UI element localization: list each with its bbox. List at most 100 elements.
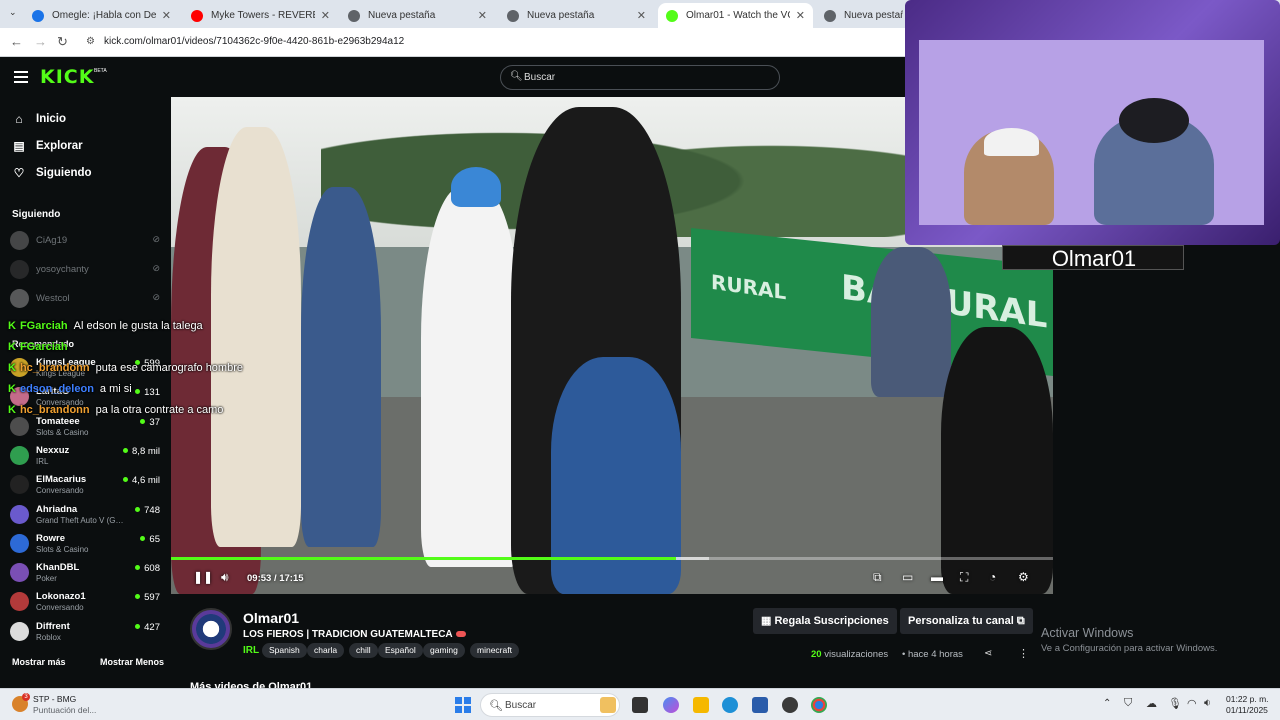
- clock-date[interactable]: 01/11/2025: [1226, 705, 1268, 715]
- tab-close-icon[interactable]: ✕: [478, 9, 487, 22]
- following-channel[interactable]: Westcol ⊘: [10, 286, 160, 312]
- channel-name[interactable]: Olmar01: [243, 610, 299, 626]
- browser-tab[interactable]: Nueva pestaña ✕: [340, 3, 495, 28]
- chat-username[interactable]: hc_brandonn: [20, 362, 90, 374]
- wifi-icon[interactable]: ◠: [1187, 697, 1197, 710]
- file-explorer-icon[interactable]: [693, 697, 709, 713]
- sidebar-nav-inicio[interactable]: ⌂ Inicio: [12, 109, 66, 129]
- tab-close-icon[interactable]: ✕: [796, 9, 805, 22]
- gift-subscriptions-button[interactable]: ▦ Regala Suscripciones: [753, 608, 897, 634]
- tab-favicon-icon: [348, 9, 360, 22]
- task-view-icon[interactable]: [632, 697, 648, 713]
- stream-category[interactable]: IRL: [243, 645, 259, 656]
- edge-icon[interactable]: [722, 697, 738, 713]
- browser-tab[interactable]: Olmar01 - Watch the VOD ✕: [658, 3, 813, 28]
- chrome-icon[interactable]: [811, 697, 827, 713]
- sidebar-nav-siguiendo[interactable]: ♡ Siguiendo: [12, 163, 92, 183]
- tab-close-icon[interactable]: ✕: [637, 9, 646, 22]
- volume-icon[interactable]: 🔊︎: [221, 570, 229, 585]
- forward-arrow-icon[interactable]: →: [34, 34, 47, 49]
- stream-tag[interactable]: Spanish: [262, 643, 307, 658]
- chat-username[interactable]: hc_brandonn: [20, 404, 90, 416]
- microphone-icon[interactable]: 🎙︎: [1168, 697, 1182, 710]
- volume-icon[interactable]: 🔉︎: [1204, 697, 1211, 710]
- stream-tag[interactable]: minecraft: [470, 643, 519, 658]
- tray-cloud-icon[interactable]: ☁: [1146, 697, 1157, 710]
- site-info-icon[interactable]: ⚙: [86, 36, 95, 47]
- gift-icon: ▦: [761, 615, 775, 627]
- tray-app-icon[interactable]: ⛉: [1124, 697, 1132, 710]
- show-less-link[interactable]: Mostrar Menos: [100, 657, 164, 667]
- following-channel[interactable]: yosoychanty ⊘: [10, 257, 160, 283]
- chat-username[interactable]: edson_deleon: [20, 383, 94, 395]
- store-icon[interactable]: [752, 697, 768, 713]
- chat-username[interactable]: FGarciah: [20, 341, 68, 353]
- browser-tab[interactable]: Nueva pestaña: [816, 3, 911, 28]
- recommended-channel[interactable]: ElMacarius Conversando 4,6 mil: [10, 472, 160, 498]
- channel-avatar[interactable]: [190, 608, 232, 650]
- theater-mode-icon[interactable]: ▬: [931, 570, 943, 584]
- offline-icon: ⊘: [152, 234, 160, 244]
- kick-badge-icon: K: [8, 404, 16, 416]
- kick-logo[interactable]: KICK: [40, 66, 94, 88]
- customize-channel-button[interactable]: Personaliza tu canal ⧉: [900, 608, 1033, 634]
- start-button-icon[interactable]: [455, 697, 471, 713]
- chat-text: Al edson le gusta la talega: [73, 320, 203, 332]
- url-field[interactable]: kick.com/olmar01/videos/7104362c-9f0e-44…: [104, 36, 404, 47]
- recommended-channel[interactable]: Diffrent Roblox 427: [10, 619, 160, 645]
- stream-tag[interactable]: charla: [307, 643, 345, 658]
- channel-name: Lokonazo1: [36, 591, 86, 603]
- tab-close-icon[interactable]: ✕: [321, 9, 330, 22]
- sidebar-nav-explorar[interactable]: ▤ Explorar: [12, 136, 82, 156]
- pause-icon[interactable]: ❚❚: [193, 570, 213, 584]
- flag-icon: [455, 631, 466, 637]
- following-channel[interactable]: CiAg19 ⊘: [10, 228, 160, 254]
- app-icon[interactable]: [782, 697, 798, 713]
- widgets-icon[interactable]: [600, 697, 616, 713]
- channel-avatar: [10, 592, 29, 612]
- pip-icon[interactable]: ⧉: [873, 570, 882, 585]
- kick-badge-icon: K: [8, 362, 16, 374]
- browse-icon: ▤: [13, 139, 25, 153]
- tab-close-icon[interactable]: ✕: [162, 9, 171, 22]
- clip-icon[interactable]: ▭: [902, 570, 913, 584]
- speed-icon[interactable]: ◔: [989, 570, 996, 584]
- heart-icon: ♡: [13, 166, 25, 180]
- tray-overflow-chevron-icon[interactable]: ⌃: [1103, 698, 1111, 709]
- reload-icon[interactable]: ↻: [57, 34, 68, 50]
- more-options-icon[interactable]: ⋮: [1018, 647, 1029, 660]
- channel-category: IRL: [36, 456, 49, 466]
- menu-icon[interactable]: [14, 71, 28, 83]
- search-input[interactable]: 🔍︎ Buscar: [500, 65, 780, 90]
- browser-tab[interactable]: Omegle: ¡Habla con Desco ✕: [24, 3, 179, 28]
- browser-tab[interactable]: Myke Towers - REVERENDO (V ✕: [183, 3, 338, 28]
- tab-list-chevron-icon[interactable]: ⌄: [9, 7, 17, 18]
- show-more-link[interactable]: Mostrar más: [12, 657, 66, 667]
- stream-tag[interactable]: chill: [349, 643, 378, 658]
- stream-tag[interactable]: gaming: [423, 643, 465, 658]
- weather-title[interactable]: STP - BMG: [33, 694, 76, 704]
- fullscreen-icon[interactable]: ⛶: [960, 570, 968, 585]
- external-link-icon: ⧉: [1013, 615, 1025, 627]
- taskbar-search[interactable]: 🔍︎ Buscar: [480, 693, 620, 717]
- stream-tag[interactable]: Español: [378, 643, 423, 658]
- recommended-channel[interactable]: Nexxuz IRL 8,8 mil: [10, 443, 160, 469]
- copilot-icon[interactable]: [663, 697, 679, 713]
- browser-tab[interactable]: Nueva pestaña ✕: [499, 3, 654, 28]
- viewer-count: 65: [140, 534, 160, 545]
- logo-beta-tag: BETA: [94, 68, 107, 74]
- tab-favicon-icon: [824, 9, 836, 22]
- video-progress-bar[interactable]: [171, 557, 1053, 560]
- chat-username[interactable]: FGarciah: [20, 320, 68, 332]
- recommended-channel[interactable]: KhanDBL Poker 608: [10, 560, 160, 586]
- sidebar-nav-label: Inicio: [36, 113, 67, 125]
- recommended-channel[interactable]: Rowre Slots & Casino 65: [10, 531, 160, 557]
- settings-gear-icon[interactable]: ⚙: [1018, 570, 1029, 584]
- windows-taskbar: 3 STP - BMG Puntuación del... 🔍︎ Buscar …: [0, 688, 1280, 720]
- recommended-channel[interactable]: Lokonazo1 Conversando 597: [10, 589, 160, 615]
- offline-icon: ⊘: [152, 263, 160, 273]
- back-arrow-icon[interactable]: ←: [10, 34, 23, 49]
- clock-time[interactable]: 01:22 p. m.: [1226, 694, 1269, 704]
- recommended-channel[interactable]: Ahriadna Grand Theft Auto V (G… 748: [10, 502, 160, 528]
- share-icon[interactable]: ⋖: [984, 648, 992, 659]
